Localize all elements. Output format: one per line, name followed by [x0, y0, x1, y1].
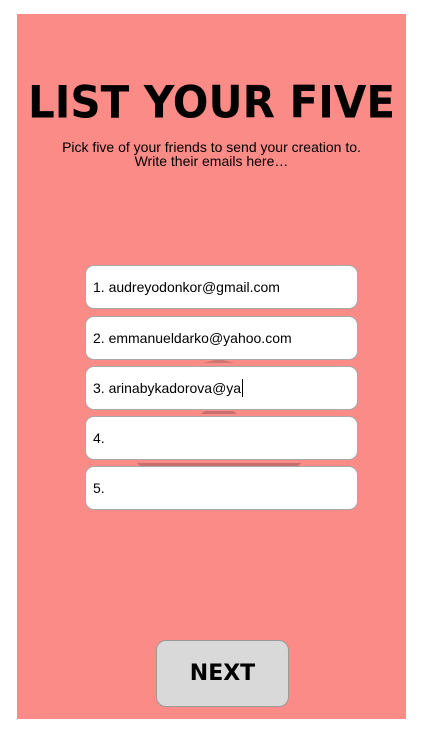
email-field-1-value: 1. audreyodonkor@gmail.com: [93, 279, 280, 295]
email-field-2-value: 2. emmanueldarko@yahoo.com: [93, 330, 292, 346]
email-field-4-value: 4.: [93, 430, 105, 446]
page-title: LIST YOUR FIVE: [27, 76, 396, 129]
instructions-text: Pick five of your friends to send your c…: [27, 140, 396, 168]
email-field-3-value: 3. arinabykadorova@ya: [93, 380, 242, 396]
email-field-4[interactable]: 4.: [85, 416, 358, 460]
email-field-5-value: 5.: [93, 480, 105, 496]
email-field-3[interactable]: 3. arinabykadorova@ya: [85, 366, 358, 410]
instructions-line-2: Write their emails here…: [134, 153, 289, 169]
email-field-1[interactable]: 1. audreyodonkor@gmail.com: [85, 265, 358, 309]
next-button-label: NEXT: [189, 661, 256, 686]
next-button[interactable]: NEXT: [156, 640, 289, 707]
instructions-line-1: Pick five of your friends to send your c…: [62, 139, 361, 155]
app-screen: LIST YOUR FIVE Pick five of your friends…: [17, 14, 406, 719]
email-field-5[interactable]: 5.: [85, 466, 358, 510]
email-field-2[interactable]: 2. emmanueldarko@yahoo.com: [85, 316, 358, 360]
text-cursor: [242, 379, 244, 397]
